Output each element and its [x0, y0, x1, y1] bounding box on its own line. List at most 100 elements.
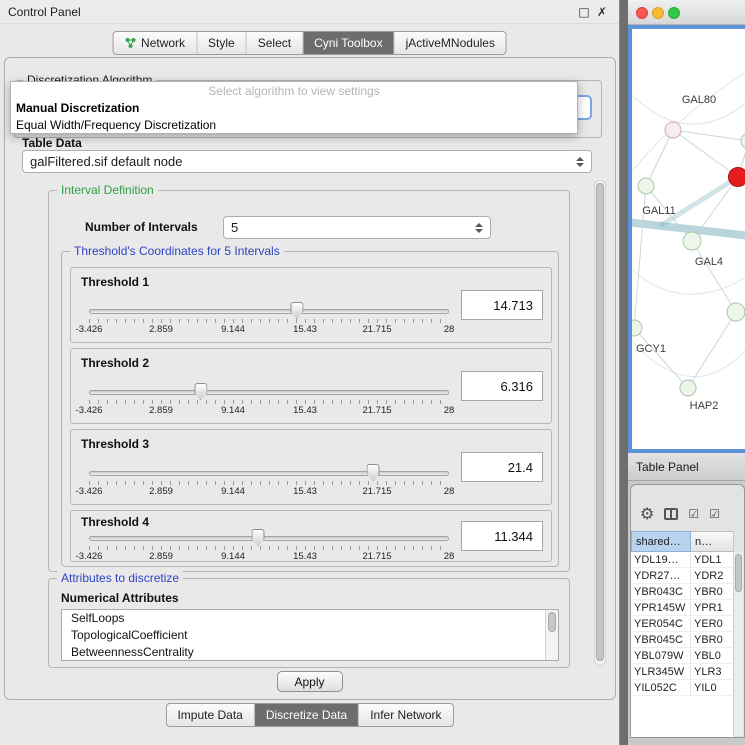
- table-cell[interactable]: YBR0: [691, 584, 734, 600]
- dropdown-option-equal-width[interactable]: Equal Width/Frequency Discretization: [11, 117, 577, 134]
- table-cell[interactable]: YBL079W: [631, 648, 691, 664]
- dropdown-placeholder: Select algorithm to view settings: [11, 82, 577, 100]
- network-view-canvas[interactable]: GAL80 GAL11 GAL4 GCY1 HAP2: [632, 29, 745, 449]
- table-cell[interactable]: YBR043C: [631, 584, 691, 600]
- table-cell[interactable]: YER054C: [631, 616, 691, 632]
- tab-label: Impute Data: [177, 708, 242, 722]
- control-panel-titlebar: Control Panel □ ✗: [0, 0, 619, 24]
- table-row[interactable]: YPR145WYPR1: [631, 600, 734, 616]
- threshold-box: Threshold 2 -3.426 2.859 9.144 15.43 21.…: [70, 348, 552, 424]
- threshold-value-field[interactable]: 14.713: [461, 290, 543, 320]
- threshold-box: Threshold 3 -3.426 2.859 9.144 15.43 21.…: [70, 429, 552, 505]
- network-node[interactable]: [727, 303, 745, 321]
- threshold-value-field[interactable]: 11.344: [461, 521, 543, 551]
- column-header-name[interactable]: n…: [691, 531, 734, 552]
- interval-definition-groupbox: Interval Definition Number of Intervals …: [48, 190, 570, 572]
- number-of-intervals-combo[interactable]: 5: [223, 216, 491, 239]
- close-window-icon[interactable]: ✗: [593, 5, 611, 19]
- gear-icon[interactable]: ⚙: [640, 506, 654, 522]
- dropdown-option-manual[interactable]: Manual Discretization: [11, 100, 577, 117]
- tab-select[interactable]: Select: [246, 32, 302, 54]
- tab-discretize-data[interactable]: Discretize Data: [254, 704, 358, 726]
- table-cell[interactable]: YER0: [691, 616, 734, 632]
- float-window-icon[interactable]: □: [575, 5, 593, 19]
- mac-minimize-button[interactable]: [652, 7, 664, 19]
- network-node[interactable]: [638, 178, 654, 194]
- slider-thumb[interactable]: [367, 464, 380, 481]
- slider-thumb[interactable]: [194, 383, 207, 400]
- network-edge: [632, 334, 745, 377]
- tab-network[interactable]: Network: [113, 32, 196, 54]
- tab-impute-data[interactable]: Impute Data: [166, 704, 253, 726]
- column-header-shared-name[interactable]: shared…: [631, 531, 691, 552]
- tab-jactivemnodules[interactable]: jActiveMNodules: [394, 32, 506, 54]
- network-node[interactable]: [729, 168, 745, 187]
- table-row[interactable]: YBR043CYBR0: [631, 584, 734, 600]
- table-cell[interactable]: YDR27…: [631, 568, 691, 584]
- scale-label: 2.859: [149, 324, 173, 335]
- table-cell[interactable]: YPR1: [691, 600, 734, 616]
- scale-label: 28: [444, 405, 455, 416]
- list-item[interactable]: SelfLoops: [62, 610, 558, 627]
- table-row[interactable]: YBR045CYBR0: [631, 632, 734, 648]
- table-cell[interactable]: YPR145W: [631, 600, 691, 616]
- table-cell[interactable]: YLR345W: [631, 664, 691, 680]
- slider-track[interactable]: [89, 471, 449, 476]
- slider-thumb[interactable]: [290, 302, 303, 319]
- table-row[interactable]: YIL052CYIL0: [631, 680, 734, 696]
- network-node[interactable]: [683, 232, 701, 250]
- mac-close-button[interactable]: [636, 7, 648, 19]
- tab-style[interactable]: Style: [196, 32, 246, 54]
- network-node[interactable]: [741, 133, 745, 149]
- slider-track[interactable]: [89, 536, 449, 541]
- threshold-value-field[interactable]: 21.4: [461, 452, 543, 482]
- network-node[interactable]: [632, 320, 642, 336]
- thresholds-title: Threshold's Coordinates for 5 Intervals: [70, 244, 284, 259]
- slider-thumb[interactable]: [252, 529, 265, 546]
- scale-label: 2.859: [149, 405, 173, 416]
- table-cell[interactable]: YDL1: [691, 552, 734, 568]
- checkbox-icon[interactable]: ☑: [709, 508, 720, 520]
- table-row[interactable]: YDR27…YDR2: [631, 568, 734, 584]
- table-cell[interactable]: YBR045C: [631, 632, 691, 648]
- table-panel-window: ⚙ ☑ ☑ shared… n… YDL19…YDL1 YDR27…YDR2 Y…: [630, 484, 745, 738]
- thresholds-groupbox: Threshold's Coordinates for 5 Intervals …: [61, 251, 559, 567]
- scale-label: 2.859: [149, 551, 173, 562]
- tab-cyni-toolbox[interactable]: Cyni Toolbox: [302, 32, 393, 54]
- table-cell[interactable]: YDL19…: [631, 552, 691, 568]
- apply-button[interactable]: Apply: [277, 671, 343, 692]
- table-row[interactable]: YER054CYER0: [631, 616, 734, 632]
- threshold-value-field[interactable]: 6.316: [461, 371, 543, 401]
- slider-track[interactable]: [89, 390, 449, 395]
- list-item[interactable]: TopologicalCoefficient: [62, 627, 558, 644]
- list-scrollbar-thumb[interactable]: [548, 612, 556, 632]
- table-cell[interactable]: YIL052C: [631, 680, 691, 696]
- list-item[interactable]: BetweennessCentrality: [62, 644, 558, 661]
- checkbox-icon[interactable]: ☑: [688, 508, 699, 520]
- network-edge: [660, 177, 738, 226]
- network-node[interactable]: [665, 122, 681, 138]
- columns-icon[interactable]: [664, 508, 678, 520]
- table-row[interactable]: YLR345WYLR3: [631, 664, 734, 680]
- scale-label: 21.715: [362, 486, 391, 497]
- slider-track[interactable]: [89, 309, 449, 314]
- network-node-label: GAL4: [695, 256, 723, 268]
- network-node[interactable]: [680, 380, 696, 396]
- table-data-combo[interactable]: galFiltered.sif default node: [22, 150, 592, 173]
- scale-label: -3.426: [76, 486, 103, 497]
- table-row[interactable]: YDL19…YDL1: [631, 552, 734, 568]
- slider-scale: -3.426 2.859 9.144 15.43 21.715 28: [89, 551, 449, 561]
- network-edge: [673, 130, 738, 177]
- table-cell[interactable]: YDR2: [691, 568, 734, 584]
- slider-ticks: [89, 400, 449, 404]
- tab-infer-network[interactable]: Infer Network: [358, 704, 452, 726]
- bottom-tab-strip: Impute Data Discretize Data Infer Networ…: [165, 703, 453, 727]
- table-cell[interactable]: YIL0: [691, 680, 734, 696]
- table-cell[interactable]: YLR3: [691, 664, 734, 680]
- table-row[interactable]: YBL079WYBL0: [631, 648, 734, 664]
- table-cell[interactable]: YBR0: [691, 632, 734, 648]
- mac-zoom-button[interactable]: [668, 7, 680, 19]
- table-cell[interactable]: YBL0: [691, 648, 734, 664]
- control-panel-scrollbar-thumb[interactable]: [596, 183, 604, 661]
- table-scrollbar-thumb[interactable]: [735, 554, 742, 592]
